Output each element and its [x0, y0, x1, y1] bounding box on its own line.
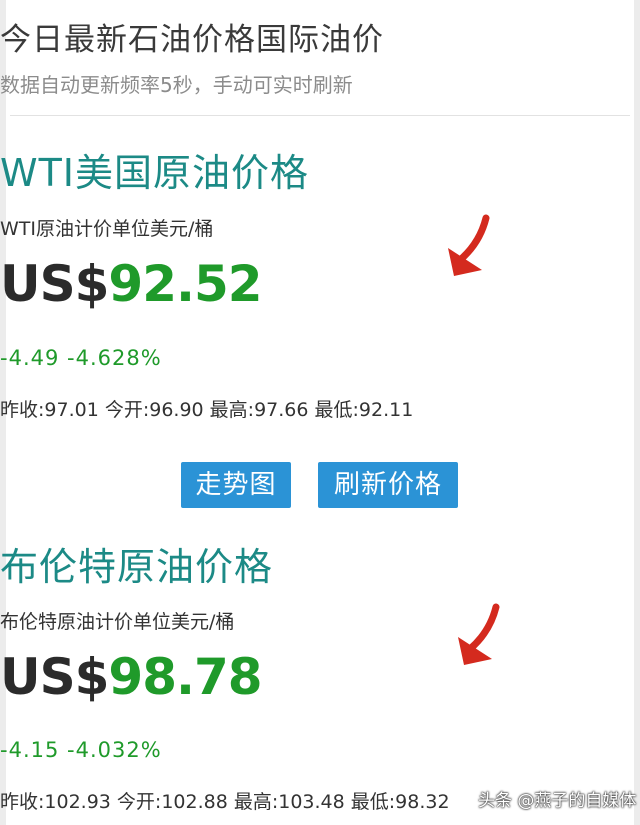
page-title: 今日最新石油价格国际油价: [0, 22, 384, 58]
page-subtitle: 数据自动更新频率5秒，手动可实时刷新: [0, 73, 353, 97]
brent-section-title: 布伦特原油价格: [0, 545, 274, 589]
wti-price: US$92.52: [0, 255, 640, 313]
red-arrow-icon: [448, 214, 490, 276]
brent-currency: US$: [0, 648, 109, 706]
wti-stats: 昨收:97.01 今开:96.90 最高:97.66 最低:92.11: [0, 399, 414, 421]
watermark: 头条 @燕子的自媒体: [478, 791, 637, 811]
wti-section-title: WTI美国原油价格: [0, 151, 309, 195]
red-arrow-icon: [458, 603, 500, 665]
wti-unit-label: WTI原油计价单位美元/桶: [0, 218, 214, 240]
wti-price-value: 92.52: [108, 255, 262, 313]
brent-price-value: 98.78: [108, 648, 262, 706]
wti-currency: US$: [0, 255, 109, 313]
header-divider: [10, 115, 630, 116]
refresh-price-button[interactable]: 刷新价格: [318, 462, 458, 508]
trend-chart-button[interactable]: 走势图: [181, 462, 291, 508]
brent-price: US$98.78: [0, 648, 640, 706]
wti-change: -4.49 -4.628%: [0, 346, 162, 370]
brent-change: -4.15 -4.032%: [0, 738, 162, 762]
brent-unit-label: 布伦特原油计价单位美元/桶: [0, 611, 235, 633]
